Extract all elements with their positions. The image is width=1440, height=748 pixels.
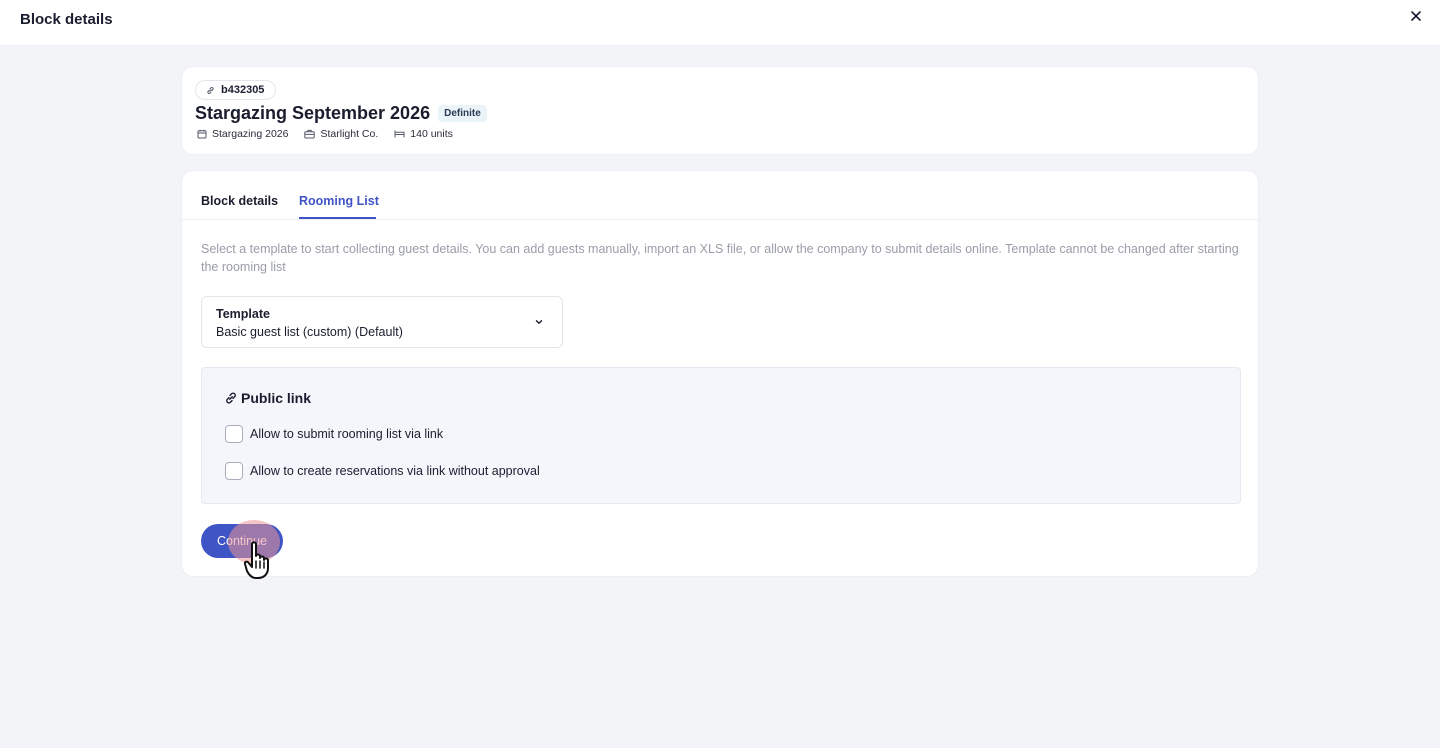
tab-bar: Block details Rooming List — [182, 171, 1258, 220]
meta-units: 140 units — [394, 128, 453, 140]
submit-via-link-option[interactable]: Allow to submit rooming list via link — [225, 425, 443, 443]
submit-via-link-label: Allow to submit rooming list via link — [250, 427, 444, 441]
chevron-down-icon — [535, 320, 543, 324]
link-icon — [207, 86, 214, 94]
bed-icon — [394, 130, 405, 138]
status-badge: Definite — [438, 105, 487, 122]
public-link-title: Public link — [241, 390, 312, 406]
reservations-without-approval-option[interactable]: Allow to create reservations via link wi… — [225, 462, 540, 480]
modal-title: Block details — [20, 11, 113, 28]
public-link-panel: Public link Allow to submit rooming list… — [201, 367, 1241, 504]
submit-via-link-checkbox[interactable] — [225, 425, 243, 443]
briefcase-icon — [304, 129, 316, 139]
tab-block-details[interactable]: Block details — [201, 194, 278, 208]
active-tab-indicator — [299, 217, 376, 219]
meta-company-label: Starlight Co. — [320, 128, 379, 140]
meta-event: Stargazing 2026 — [197, 128, 288, 140]
rooming-description: Select a template to start collecting gu… — [201, 242, 1239, 274]
tab-rooming-list[interactable]: Rooming List — [299, 194, 379, 208]
block-code-chip[interactable]: b432305 — [195, 80, 277, 100]
template-value: Basic guest list (custom) (Default) — [216, 325, 403, 339]
template-select[interactable]: Template Basic guest list (custom) (Defa… — [201, 296, 563, 348]
hand-cursor-icon — [244, 541, 269, 579]
calendar-icon — [197, 129, 207, 139]
meta-units-label: 140 units — [410, 128, 453, 140]
reservations-without-approval-checkbox[interactable] — [225, 462, 243, 480]
block-detail-card: Block details Rooming List Select a temp… — [181, 170, 1259, 577]
reservations-without-approval-label: Allow to create reservations via link wi… — [250, 464, 540, 478]
meta-company: Starlight Co. — [304, 128, 378, 140]
public-link-heading: Public link — [224, 390, 311, 406]
modal-header: Block details — [0, 0, 1440, 45]
block-meta: Stargazing 2026 Starlight Co. 140 units — [197, 128, 469, 140]
block-code: b432305 — [221, 84, 265, 96]
block-summary-card: b432305 Stargazing September 2026 Defini… — [181, 66, 1259, 155]
template-label: Template — [216, 307, 270, 321]
link-icon — [226, 392, 236, 404]
close-icon — [1411, 11, 1421, 21]
meta-event-label: Stargazing 2026 — [212, 128, 289, 140]
block-title: Stargazing September 2026 — [195, 103, 431, 123]
block-title-row: Stargazing September 2026 Definite — [195, 103, 487, 124]
close-button[interactable] — [1406, 6, 1426, 26]
